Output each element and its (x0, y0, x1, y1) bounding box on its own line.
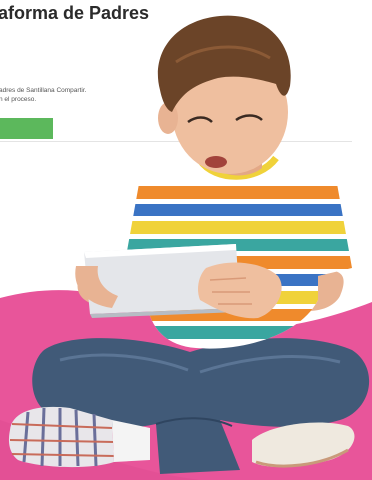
mouth (205, 156, 227, 168)
landing-page: aforma de Padres adres de Santillana Com… (0, 0, 372, 480)
head (157, 15, 291, 176)
right-shoe (252, 422, 355, 468)
child-with-tablet-illustration (8, 15, 370, 474)
